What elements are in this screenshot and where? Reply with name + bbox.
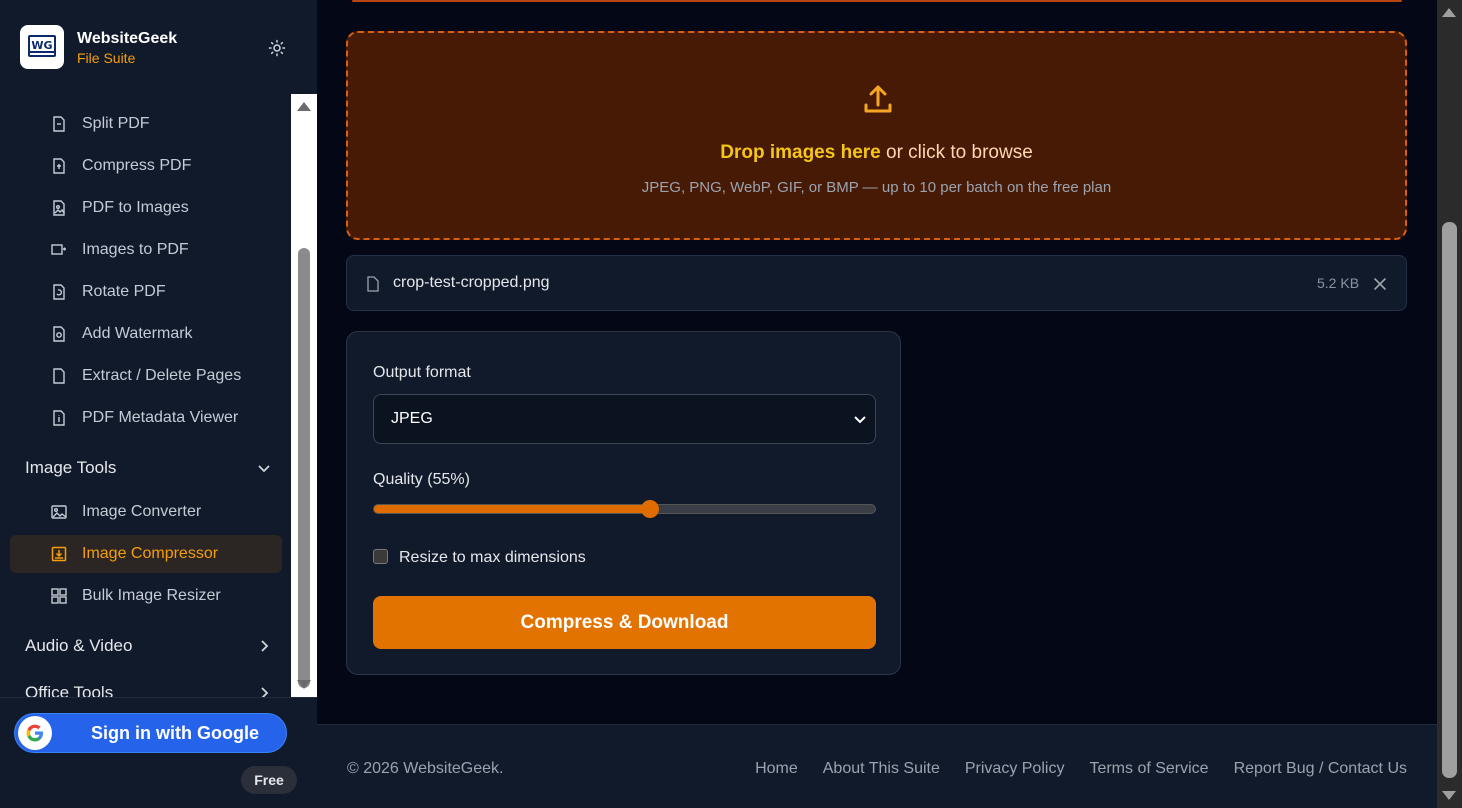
svg-text:WG: WG — [31, 39, 52, 52]
brand-logo: WG — [20, 25, 64, 69]
quality-slider-thumb[interactable] — [641, 500, 659, 518]
grid-icon — [51, 588, 67, 604]
scrollbar-thumb[interactable] — [298, 248, 310, 688]
copyright: © 2026 WebsiteGeek. — [347, 760, 504, 777]
file-icon — [367, 276, 379, 292]
sidebar-item-pdf-metadata-viewer[interactable]: PDF Metadata Viewer — [10, 399, 282, 437]
sidebar-section-image-tools[interactable]: Image Tools — [25, 453, 271, 483]
top-accent-bar — [352, 0, 1402, 2]
sun-icon — [268, 39, 286, 57]
file-info-icon — [53, 410, 65, 426]
sidebar-item-images-to-pdf[interactable]: Images to PDF — [10, 231, 282, 269]
chevron-down-icon — [258, 465, 270, 473]
file-size: 5.2 KB — [1317, 275, 1360, 291]
sidebar-item-label: Compress PDF — [82, 157, 192, 174]
section-label: Image Tools — [25, 458, 117, 477]
quality-label: Quality (55%) — [373, 471, 470, 488]
output-format-value: JPEG — [391, 410, 433, 427]
sidebar: WG WebsiteGeek File Suite Split PDF Comp… — [0, 0, 317, 808]
dropzone-title: Drop images here or click to browse — [348, 142, 1405, 164]
dropzone-title-bold: Drop images here — [720, 142, 881, 163]
sidebar-nav: Split PDF Compress PDF PDF to Images Ima… — [0, 94, 291, 697]
output-format-select[interactable]: JPEG — [373, 394, 876, 444]
file-list-item: crop-test-cropped.png 5.2 KB — [346, 255, 1407, 311]
sidebar-item-compress-pdf[interactable]: Compress PDF — [10, 147, 282, 185]
resize-checkbox[interactable] — [373, 549, 388, 564]
file-rotate-icon — [53, 284, 65, 300]
file-name: crop-test-cropped.png — [393, 274, 550, 291]
plan-badge: Free — [241, 766, 297, 794]
sidebar-item-label: Add Watermark — [82, 325, 193, 342]
image-dropzone[interactable]: Drop images here or click to browse JPEG… — [346, 31, 1407, 240]
scroll-down-arrow-icon[interactable] — [1442, 791, 1456, 800]
sidebar-item-split-pdf[interactable]: Split PDF — [10, 105, 282, 143]
chevron-right-icon — [261, 640, 269, 652]
brand-name: WebsiteGeek — [77, 30, 178, 47]
file-image-icon — [53, 200, 65, 216]
file-compress-icon — [53, 158, 65, 174]
section-label: Audio & Video — [25, 636, 133, 655]
dropzone-subtitle: JPEG, PNG, WebP, GIF, or BMP — up to 10 … — [641, 179, 1112, 196]
footer-link-home[interactable]: Home — [755, 760, 798, 778]
sidebar-item-label: PDF to Images — [82, 199, 189, 216]
scroll-up-arrow-icon[interactable] — [1442, 8, 1456, 17]
sidebar-item-label: Image Converter — [82, 503, 202, 520]
sidebar-item-label: Split PDF — [82, 115, 150, 132]
scroll-down-arrow-icon[interactable] — [297, 680, 311, 689]
page-scrollbar-thumb[interactable] — [1442, 222, 1457, 778]
page-scrollbar[interactable] — [1437, 0, 1462, 808]
sidebar-item-add-watermark[interactable]: Add Watermark — [10, 315, 282, 353]
image-compress-icon — [51, 546, 67, 562]
image-icon — [51, 505, 67, 519]
file-split-icon — [53, 116, 65, 132]
file-extract-icon — [53, 368, 65, 384]
sidebar-item-image-converter[interactable]: Image Converter — [10, 493, 282, 531]
remove-file-close-icon[interactable] — [1372, 276, 1388, 292]
file-watermark-icon — [53, 326, 65, 342]
sidebar-section-audio-video[interactable]: Audio & Video — [25, 631, 271, 661]
google-logo — [18, 716, 52, 750]
quality-slider-fill — [374, 505, 650, 513]
sidebar-item-image-compressor[interactable]: Image Compressor — [10, 535, 282, 573]
brand-subtitle: File Suite — [77, 50, 136, 66]
dropzone-title-rest: or click to browse — [880, 142, 1033, 163]
scroll-up-arrow-icon[interactable] — [297, 102, 311, 111]
sidebar-item-extract-delete-pages[interactable]: Extract / Delete Pages — [10, 357, 282, 395]
sidebar-section-office-tools[interactable]: Office Tools — [25, 678, 271, 697]
footer-link-terms[interactable]: Terms of Service — [1089, 760, 1208, 778]
footer-link-report-bug[interactable]: Report Bug / Contact Us — [1234, 760, 1407, 778]
output-format-label: Output format — [373, 364, 471, 381]
brand[interactable]: WG WebsiteGeek File Suite — [20, 25, 177, 69]
sidebar-scrollbar[interactable] — [291, 94, 317, 697]
sign-in-with-google-button[interactable]: Sign in with Google — [14, 713, 287, 753]
sidebar-item-label: Image Compressor — [82, 545, 219, 562]
theme-toggle-button[interactable] — [265, 36, 289, 60]
sidebar-item-label: Bulk Image Resizer — [82, 587, 221, 604]
compress-download-button[interactable]: Compress & Download — [373, 596, 876, 649]
sidebar-item-label: PDF Metadata Viewer — [82, 409, 239, 426]
logo-mark-icon: WG — [28, 35, 56, 57]
sidebar-footer: Sign in with Google Free — [0, 697, 317, 808]
images-to-pdf-icon — [51, 244, 66, 255]
chevron-down-icon — [854, 416, 866, 424]
sidebar-item-label: Rotate PDF — [82, 283, 166, 300]
sidebar-item-pdf-to-images[interactable]: PDF to Images — [10, 189, 282, 227]
google-button-label: Sign in with Google — [91, 722, 259, 743]
footer-link-about[interactable]: About This Suite — [823, 760, 940, 778]
sidebar-item-label: Images to PDF — [82, 241, 189, 258]
sidebar-item-bulk-image-resizer[interactable]: Bulk Image Resizer — [10, 577, 282, 615]
google-icon — [26, 724, 43, 742]
chevron-right-icon — [261, 687, 269, 697]
footer-link-privacy[interactable]: Privacy Policy — [965, 760, 1065, 778]
sidebar-item-label: Extract / Delete Pages — [82, 367, 242, 384]
resize-label[interactable]: Resize to max dimensions — [399, 549, 586, 567]
section-label: Office Tools — [25, 683, 114, 697]
footer-links: Home About This Suite Privacy Policy Ter… — [755, 760, 1407, 778]
compression-settings-panel: Output format JPEG Quality (55%) Resize … — [346, 331, 901, 675]
upload-icon — [864, 85, 892, 113]
footer: © 2026 WebsiteGeek. Home About This Suit… — [317, 724, 1437, 808]
quality-slider[interactable] — [373, 500, 876, 518]
sidebar-item-rotate-pdf[interactable]: Rotate PDF — [10, 273, 282, 311]
